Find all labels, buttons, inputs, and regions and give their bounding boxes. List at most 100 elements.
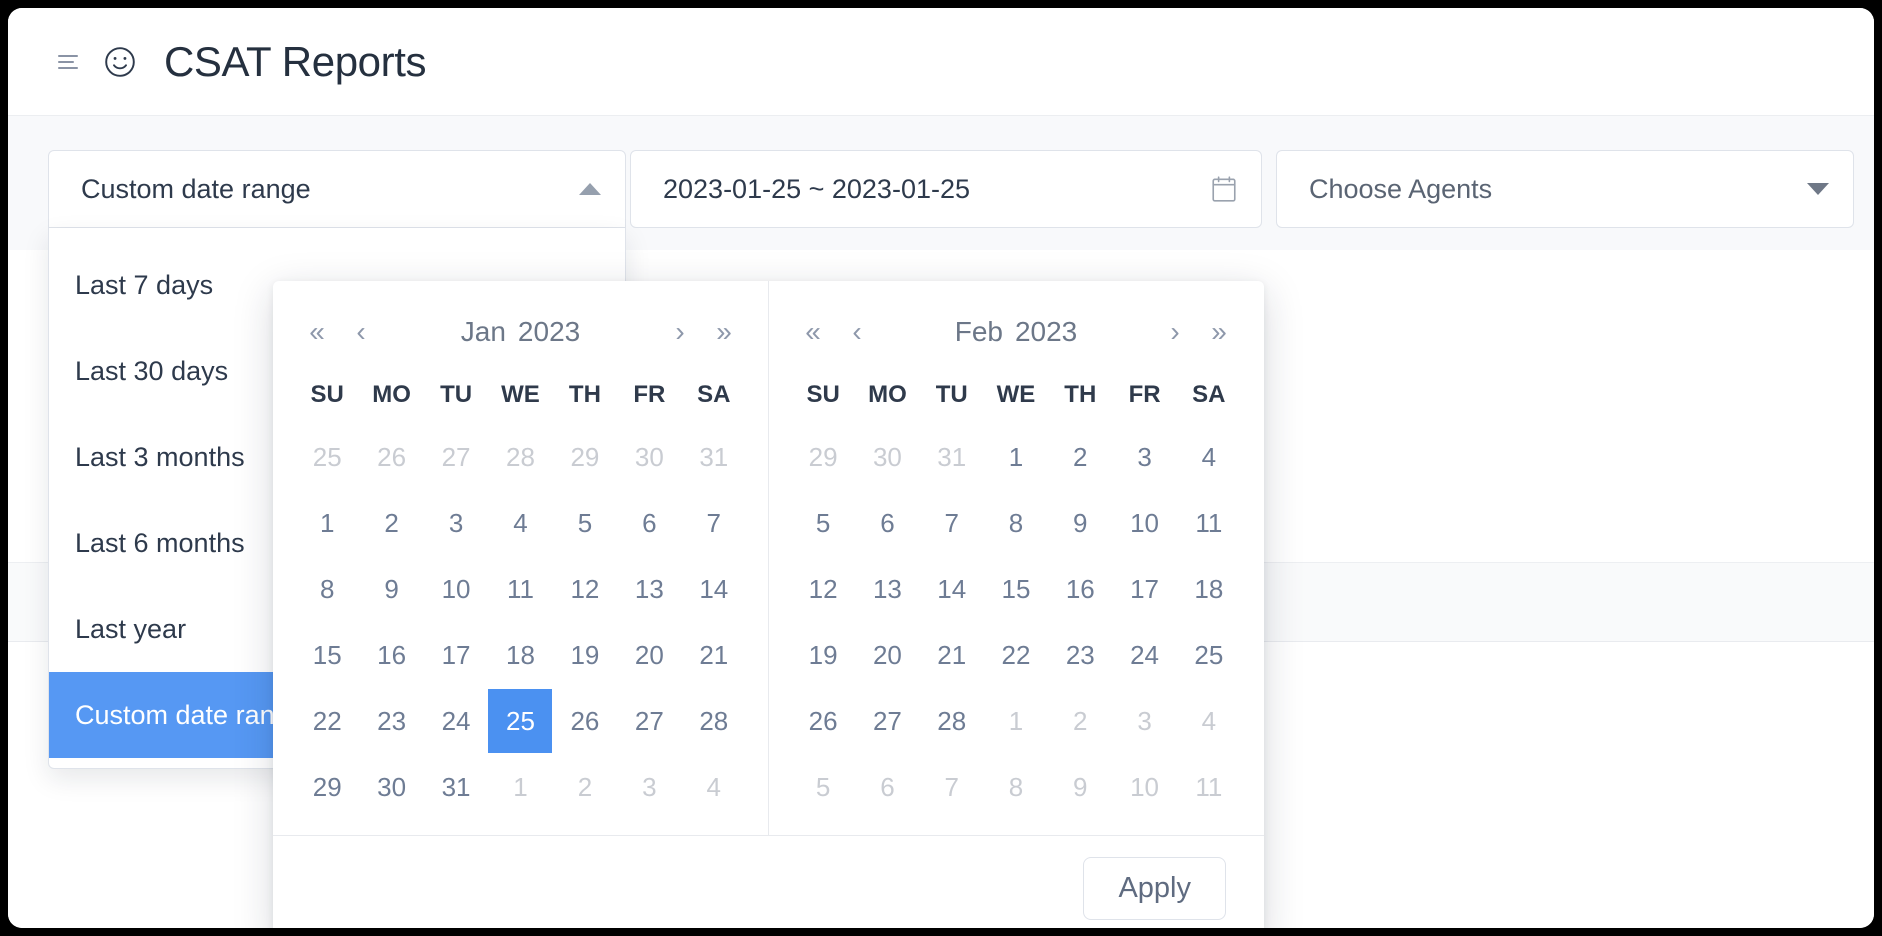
calendar-day[interactable]: 13 (855, 557, 919, 621)
calendar-day[interactable]: 27 (424, 425, 488, 489)
calendar-year-label[interactable]: 2023 (1015, 316, 1077, 347)
prev-month-button[interactable]: ‹ (339, 318, 383, 346)
calendar-day[interactable]: 29 (295, 755, 359, 819)
calendar-day[interactable]: 11 (1177, 491, 1241, 555)
calendar-day[interactable]: 1 (295, 491, 359, 555)
calendar-day[interactable]: 19 (553, 623, 617, 687)
calendar-day[interactable]: 3 (1112, 425, 1176, 489)
calendar-day[interactable]: 26 (791, 689, 855, 753)
calendar-day[interactable]: 6 (617, 491, 681, 555)
calendar-day[interactable]: 7 (682, 491, 746, 555)
calendar-day[interactable]: 12 (791, 557, 855, 621)
date-picker-popup[interactable]: «‹ Jan 2023 ›» SU MO TU WE TH FR SA 25 26 27 28 29 30 31 1… (273, 281, 1264, 928)
calendar-day[interactable]: 1 (984, 689, 1048, 753)
calendar-day[interactable]: 29 (791, 425, 855, 489)
calendar-day[interactable]: 9 (359, 557, 423, 621)
calendar-day[interactable]: 7 (920, 755, 984, 819)
calendar-day[interactable]: 26 (359, 425, 423, 489)
calendar-day[interactable]: 29 (553, 425, 617, 489)
date-range-select[interactable]: Custom date range (48, 150, 626, 228)
calendar-day[interactable]: 22 (295, 689, 359, 753)
calendar-month-label[interactable]: Feb (955, 316, 1003, 347)
prev-month-button[interactable]: ‹ (835, 318, 879, 346)
calendar-day[interactable]: 22 (984, 623, 1048, 687)
calendar-day[interactable]: 20 (855, 623, 919, 687)
calendar-day[interactable]: 25 (295, 425, 359, 489)
calendar-day[interactable]: 5 (791, 755, 855, 819)
calendar-day[interactable]: 20 (617, 623, 681, 687)
calendar-day[interactable]: 3 (1112, 689, 1176, 753)
calendar-day[interactable]: 31 (682, 425, 746, 489)
next-year-button[interactable]: » (702, 318, 746, 346)
prev-year-button[interactable]: « (791, 318, 835, 346)
calendar-icon[interactable] (1211, 175, 1237, 203)
calendar-day[interactable]: 16 (1048, 557, 1112, 621)
calendar-day[interactable]: 30 (855, 425, 919, 489)
next-month-button[interactable]: › (658, 318, 702, 346)
calendar-day[interactable]: 18 (488, 623, 552, 687)
next-month-button[interactable]: › (1153, 318, 1197, 346)
calendar-day[interactable]: 17 (424, 623, 488, 687)
calendar-day-selected[interactable]: 25 (488, 689, 553, 753)
calendar-day[interactable]: 2 (553, 755, 617, 819)
calendar-day[interactable]: 15 (295, 623, 359, 687)
calendar-day[interactable]: 23 (359, 689, 423, 753)
calendar-day[interactable]: 27 (855, 689, 919, 753)
calendar-day[interactable]: 18 (1177, 557, 1241, 621)
calendar-day[interactable]: 6 (855, 491, 919, 555)
calendar-day[interactable]: 28 (920, 689, 984, 753)
calendar-day[interactable]: 21 (920, 623, 984, 687)
calendar-day[interactable]: 10 (424, 557, 488, 621)
calendar-day[interactable]: 3 (617, 755, 681, 819)
calendar-day[interactable]: 31 (920, 425, 984, 489)
calendar-day[interactable]: 21 (682, 623, 746, 687)
calendar-day[interactable]: 10 (1112, 755, 1176, 819)
calendar-day[interactable]: 13 (617, 557, 681, 621)
calendar-day[interactable]: 26 (553, 689, 617, 753)
calendar-month-label[interactable]: Jan (461, 316, 506, 347)
calendar-day[interactable]: 4 (1177, 425, 1241, 489)
calendar-day[interactable]: 8 (295, 557, 359, 621)
calendar-day[interactable]: 28 (488, 425, 552, 489)
calendar-day[interactable]: 15 (984, 557, 1048, 621)
calendar-day[interactable]: 6 (855, 755, 919, 819)
calendar-day[interactable]: 31 (424, 755, 488, 819)
agents-select[interactable]: Choose Agents (1276, 150, 1854, 228)
calendar-day[interactable]: 19 (791, 623, 855, 687)
calendar-day[interactable]: 27 (617, 689, 681, 753)
calendar-day[interactable]: 24 (424, 689, 488, 753)
calendar-day[interactable]: 24 (1112, 623, 1176, 687)
apply-button[interactable]: Apply (1083, 857, 1226, 920)
calendar-day[interactable]: 25 (1177, 623, 1241, 687)
calendar-year-label[interactable]: 2023 (518, 316, 580, 347)
calendar-day[interactable]: 9 (1048, 755, 1112, 819)
date-range-input[interactable]: 2023-01-25 ~ 2023-01-25 (630, 150, 1262, 228)
calendar-day[interactable]: 4 (488, 491, 552, 555)
calendar-day[interactable]: 11 (1177, 755, 1241, 819)
calendar-day[interactable]: 8 (984, 491, 1048, 555)
calendar-day[interactable]: 4 (1177, 689, 1241, 753)
calendar-day[interactable]: 30 (617, 425, 681, 489)
calendar-day[interactable]: 3 (424, 491, 488, 555)
calendar-day[interactable]: 11 (488, 557, 552, 621)
calendar-day[interactable]: 7 (920, 491, 984, 555)
calendar-day[interactable]: 1 (488, 755, 552, 819)
calendar-day[interactable]: 17 (1112, 557, 1176, 621)
hamburger-icon[interactable] (58, 54, 80, 70)
calendar-day[interactable]: 12 (553, 557, 617, 621)
calendar-day[interactable]: 2 (1048, 689, 1112, 753)
calendar-day[interactable]: 4 (682, 755, 746, 819)
calendar-day[interactable]: 9 (1048, 491, 1112, 555)
calendar-day[interactable]: 1 (984, 425, 1048, 489)
calendar-day[interactable]: 2 (359, 491, 423, 555)
calendar-day[interactable]: 14 (682, 557, 746, 621)
calendar-day[interactable]: 14 (920, 557, 984, 621)
calendar-day[interactable]: 2 (1048, 425, 1112, 489)
next-year-button[interactable]: » (1197, 318, 1241, 346)
calendar-day[interactable]: 23 (1048, 623, 1112, 687)
calendar-day[interactable]: 16 (359, 623, 423, 687)
calendar-day[interactable]: 5 (553, 491, 617, 555)
calendar-day[interactable]: 30 (359, 755, 423, 819)
calendar-day[interactable]: 28 (682, 689, 746, 753)
prev-year-button[interactable]: « (295, 318, 339, 346)
